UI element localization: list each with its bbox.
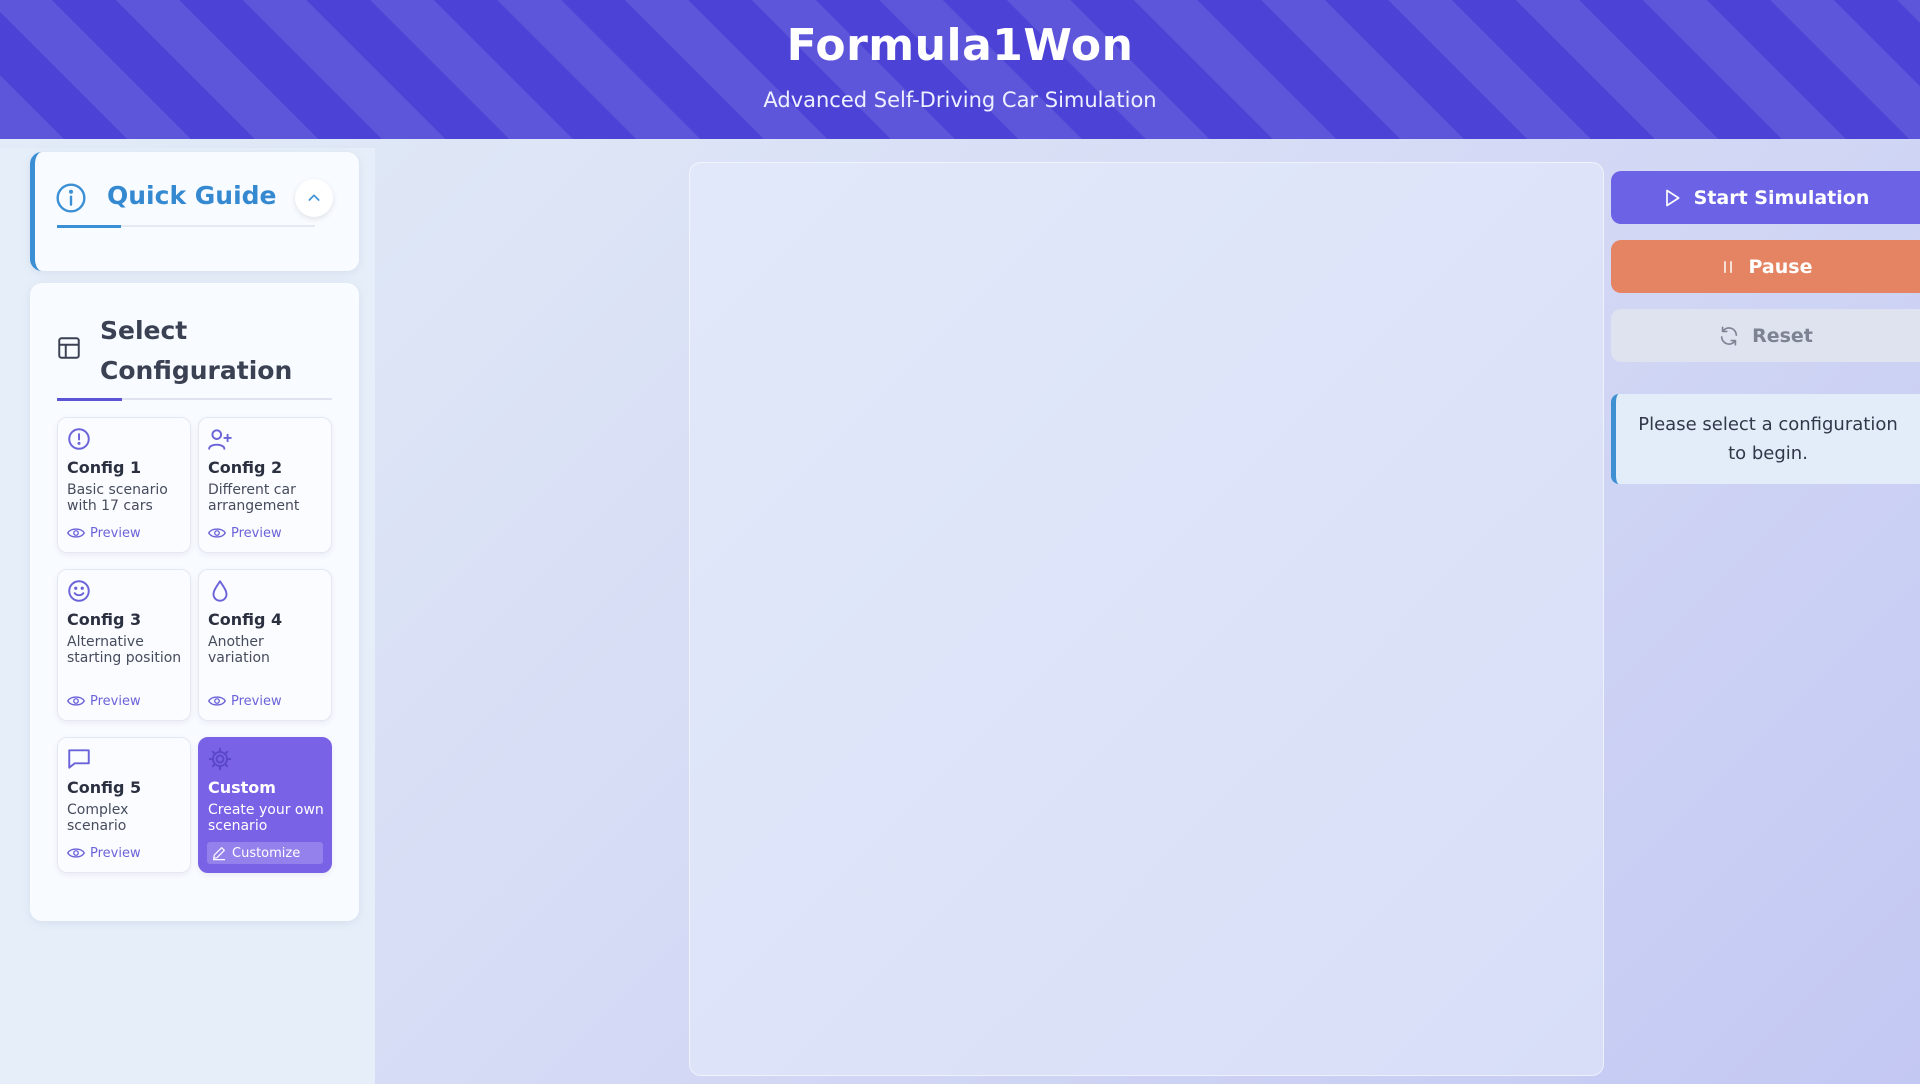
layout-icon: [58, 337, 80, 359]
config-panel-title: Select Configuration: [100, 316, 293, 385]
pause-icon: [1723, 260, 1732, 273]
preview-label: Preview: [90, 693, 141, 709]
info-icon: [56, 183, 86, 213]
settings-icon: [208, 747, 232, 771]
preview-label: Preview: [231, 693, 282, 709]
user-plus-icon: [208, 429, 232, 450]
eye-icon: [67, 848, 85, 858]
customize-label: Customize: [232, 845, 301, 861]
refresh-icon: [1720, 325, 1738, 346]
status-message: Please select a configuration to begin.: [1638, 414, 1898, 464]
quick-guide-toggle-button[interactable]: [295, 179, 333, 217]
pencil-icon: [213, 847, 225, 861]
config-tile-name: Config 5: [67, 778, 142, 797]
config-tile-1[interactable]: Config 1 Basic scenario with 17 cars Pre…: [57, 417, 191, 553]
config-tile-description: Create your own scenario: [208, 802, 324, 834]
alert-circle-icon: [68, 428, 90, 450]
preview-button[interactable]: Preview: [208, 524, 282, 542]
config-tile-description: Another variation: [208, 634, 270, 666]
start-simulation-button[interactable]: Start Simulation: [1611, 171, 1920, 224]
eye-icon: [67, 696, 85, 706]
start-simulation-label: Start Simulation: [1693, 186, 1870, 209]
config-tile-name: Config 3: [67, 610, 142, 629]
preview-label: Preview: [231, 525, 282, 541]
message-square-icon: [68, 749, 90, 769]
config-tile-3[interactable]: Config 3 Alternative starting position P…: [57, 569, 191, 721]
status-message-box: Please select a configuration to begin.: [1611, 394, 1920, 484]
app-title: Formula1Won: [786, 20, 1134, 71]
config-tile-name: Config 2: [208, 458, 283, 477]
eye-icon: [67, 528, 85, 538]
config-tile-description: Alternative starting position: [67, 634, 182, 666]
config-tile-custom[interactable]: Custom Create your own scenario Customiz…: [198, 737, 332, 873]
app-header: Formula1Won Advanced Self-Driving Car Si…: [0, 0, 1920, 139]
customize-button[interactable]: Customize: [207, 842, 323, 864]
droplet-icon: [212, 580, 228, 602]
preview-label: Preview: [90, 845, 141, 861]
preview-button[interactable]: Preview: [67, 692, 141, 710]
config-tile-description: Basic scenario with 17 cars: [67, 482, 168, 514]
smile-icon: [68, 580, 90, 602]
pause-button[interactable]: Pause: [1611, 240, 1920, 293]
config-tile-5[interactable]: Config 5 Complex scenario Preview: [57, 737, 191, 873]
play-icon: [1665, 189, 1680, 206]
chevron-up-icon: [308, 194, 320, 201]
app-subtitle: Advanced Self-Driving Car Simulation: [763, 88, 1157, 112]
preview-button[interactable]: Preview: [208, 692, 282, 710]
quick-guide-card[interactable]: Quick Guide: [30, 152, 359, 271]
reset-button[interactable]: Reset: [1611, 309, 1920, 362]
config-tile-description: Different car arrangement: [208, 482, 300, 514]
config-tile-name: Config 1: [67, 458, 142, 477]
eye-icon: [208, 528, 226, 538]
preview-button[interactable]: Preview: [67, 844, 141, 862]
pause-label: Pause: [1748, 255, 1813, 278]
config-tile-name: Config 4: [208, 610, 283, 629]
config-tile-description: Complex scenario: [67, 802, 129, 834]
quick-guide-underline: [57, 225, 315, 228]
config-tile-name: Custom: [208, 778, 276, 797]
reset-label: Reset: [1752, 324, 1813, 347]
config-tile-2[interactable]: Config 2 Different car arrangement Previ…: [198, 417, 332, 553]
quick-guide-title: Quick Guide: [107, 181, 277, 210]
preview-label: Preview: [90, 525, 141, 541]
preview-button[interactable]: Preview: [67, 524, 141, 542]
simulation-canvas[interactable]: [689, 162, 1604, 1076]
config-tile-4[interactable]: Config 4 Another variation Preview: [198, 569, 332, 721]
config-panel: Select Configuration Config 1 Basic scen…: [30, 283, 359, 921]
config-panel-underline: [57, 398, 332, 401]
eye-icon: [208, 696, 226, 706]
